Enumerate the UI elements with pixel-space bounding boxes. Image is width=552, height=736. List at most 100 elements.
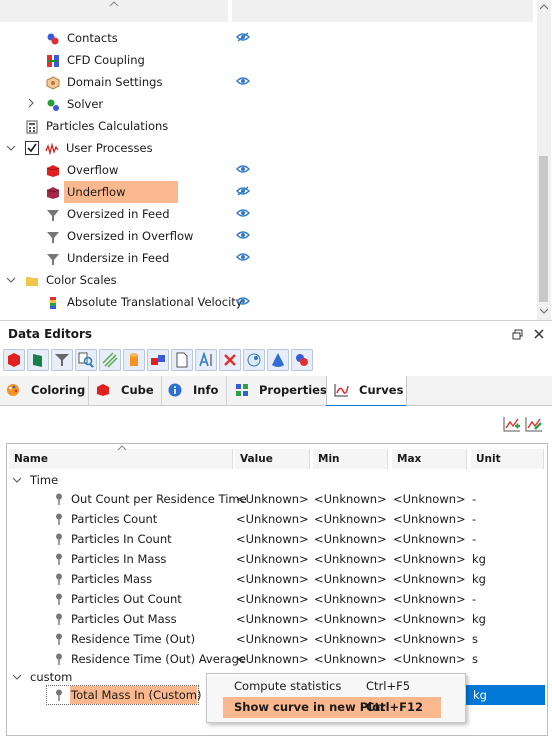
palette-icon — [7, 384, 19, 396]
data-editors-title: Data Editors — [8, 327, 93, 341]
menu-item-shortcut: Ctrl+F12 — [366, 700, 424, 714]
cell-unit: kg — [473, 688, 487, 702]
float-window-icon[interactable] — [512, 329, 523, 340]
tree-item-oversized-in-overflow[interactable]: Oversized in Overflow — [46, 225, 193, 247]
column-header-unit[interactable]: Unit — [471, 449, 544, 469]
tree-item-particles-calculations[interactable]: Particles Calculations — [25, 115, 168, 137]
pin-icon — [56, 533, 62, 545]
chevron-right-icon[interactable] — [26, 98, 36, 108]
cell-name: Residence Time (Out) Average — [71, 652, 246, 666]
group-label: Time — [30, 473, 59, 487]
tree-item-undersize-in-feed[interactable]: Undersize in Feed — [46, 247, 169, 269]
cell-unit: - — [472, 492, 477, 506]
cell-unit: - — [472, 532, 477, 546]
table-row[interactable]: Particles In Mass <Unknown> <Unknown> <Unkn… — [10, 549, 545, 569]
table-row[interactable]: Residence Time (Out) <Unknown> <Unknown> <U… — [10, 629, 545, 649]
eye-icon[interactable] — [236, 208, 250, 218]
domain-settings-icon — [46, 75, 60, 90]
color-scales-folder-icon — [26, 276, 38, 286]
sphere-tool-button[interactable] — [243, 349, 265, 371]
menu-item-compute-statistics[interactable]: Compute statistics Ctrl+F5 — [207, 676, 465, 696]
eye-icon[interactable] — [236, 252, 250, 262]
text-a-icon — [199, 351, 212, 367]
column-header-name[interactable]: Name — [9, 445, 233, 469]
column-header-value[interactable]: Value — [235, 449, 310, 469]
tab-curves[interactable]: Curves — [326, 376, 407, 407]
eye-icon[interactable] — [236, 164, 250, 174]
table-row[interactable]: Particles In Count <Unknown> <Unknown> <Unk… — [10, 529, 545, 549]
eye-icon[interactable] — [236, 296, 250, 306]
tree-item-label: Color Scales — [46, 273, 117, 287]
table-row[interactable]: Particles Count <Unknown> <Unknown> <Unknow… — [10, 509, 545, 529]
tree-item-absolute-translational-velocity[interactable]: Absolute Translational Velocity — [46, 291, 243, 313]
document-tool-button[interactable] — [171, 349, 193, 371]
close-icon[interactable] — [534, 329, 544, 339]
table-row[interactable]: Particles Out Count <Unknown> <Unknown> <Un… — [10, 589, 545, 609]
tree-scrollbar-thumb[interactable] — [539, 156, 548, 302]
cube-tool-button[interactable] — [3, 349, 25, 371]
tree-item-label: Particles Calculations — [46, 119, 169, 133]
chevron-down-icon[interactable] — [6, 275, 16, 285]
tree-item-overflow[interactable]: Overflow — [46, 159, 118, 181]
tree-item-domain-settings[interactable]: Domain Settings — [46, 71, 162, 93]
column-header-min[interactable]: Min — [313, 449, 388, 469]
group-row-time[interactable]: Time — [30, 470, 230, 490]
tree-item-label: Overflow — [67, 163, 119, 177]
plane-tool-button[interactable] — [27, 349, 49, 371]
contacts-icon — [296, 354, 308, 366]
tree-item-oversized-in-feed[interactable]: Oversized in Feed — [46, 203, 170, 225]
tree-item-user-processes[interactable]: User Processes — [45, 137, 153, 159]
tree-item-cfd-coupling[interactable]: CFD Coupling — [46, 49, 145, 71]
sort-up-icon — [117, 445, 127, 451]
chevron-down-icon[interactable] — [12, 673, 22, 681]
tree-item-contacts[interactable]: Contacts — [46, 27, 118, 49]
contacts-tool-button[interactable] — [291, 349, 313, 371]
tree-item-solver[interactable]: Solver — [46, 93, 103, 115]
tree-item-color-scales[interactable]: Color Scales — [25, 269, 117, 291]
lines-tool-button[interactable] — [99, 349, 121, 371]
tree-item-underflow[interactable]: Underflow — [46, 181, 126, 203]
table-row[interactable]: Particles Mass <Unknown> <Unknown> <Unknown… — [10, 569, 545, 589]
solver-icon — [47, 99, 59, 111]
tree-name-column-header[interactable] — [0, 0, 229, 22]
hidden-eye-icon[interactable] — [236, 186, 250, 196]
delete-tool-button[interactable] — [219, 349, 241, 371]
column-header-max[interactable]: Max — [392, 449, 467, 469]
tab-cube[interactable]: Cube — [88, 376, 162, 405]
tab-properties[interactable]: Properties — [226, 376, 327, 405]
text-tool-button[interactable] — [195, 349, 217, 371]
cell-min: <Unknown> — [314, 632, 387, 646]
funnel-tool-button[interactable] — [51, 349, 73, 371]
cylinder-tool-button[interactable] — [123, 349, 145, 371]
tab-coloring[interactable]: Coloring — [0, 376, 89, 405]
menu-item-show-curve-in-new-plot[interactable]: Show curve in new Plot Ctrl+F12 — [223, 697, 441, 718]
cell-name: Particles Out Count — [71, 592, 182, 606]
add-curve-icon[interactable] — [503, 416, 521, 432]
cell-value: <Unknown> — [236, 652, 309, 666]
scroll-up-icon[interactable] — [540, 4, 548, 10]
cube-icon — [97, 384, 109, 396]
edit-curve-icon[interactable] — [525, 416, 543, 432]
table-row[interactable]: Particles Out Mass <Unknown> <Unknown> <Unk… — [10, 609, 545, 629]
pin-icon — [56, 553, 62, 565]
search-tool-button[interactable] — [75, 349, 97, 371]
table-row[interactable]: Out Count per Residence Time <Unknown> <Un… — [10, 489, 545, 509]
scroll-down-icon[interactable] — [540, 308, 548, 314]
hidden-eye-icon[interactable] — [236, 32, 250, 42]
cell-max: <Unknown> — [393, 572, 466, 586]
eye-icon[interactable] — [236, 230, 250, 240]
chevron-down-icon[interactable] — [12, 476, 22, 484]
cell-value: <Unknown> — [236, 552, 309, 566]
cell-max: <Unknown> — [393, 552, 466, 566]
color-scale-icon — [50, 296, 56, 309]
cell-max: <Unknown> — [393, 532, 466, 546]
chevron-down-icon[interactable] — [6, 143, 16, 153]
table-row[interactable]: Residence Time (Out) Average <Unknown> <Un… — [10, 649, 545, 669]
tree-visibility-column-header[interactable] — [232, 0, 534, 22]
multi-cube-tool-button[interactable] — [147, 349, 169, 371]
tab-info[interactable]: Info — [161, 376, 227, 405]
cone-tool-button[interactable] — [267, 349, 289, 371]
eye-icon[interactable] — [236, 76, 250, 86]
user-processes-checkbox[interactable] — [25, 141, 39, 155]
group-row-custom[interactable]: custom — [30, 667, 230, 687]
